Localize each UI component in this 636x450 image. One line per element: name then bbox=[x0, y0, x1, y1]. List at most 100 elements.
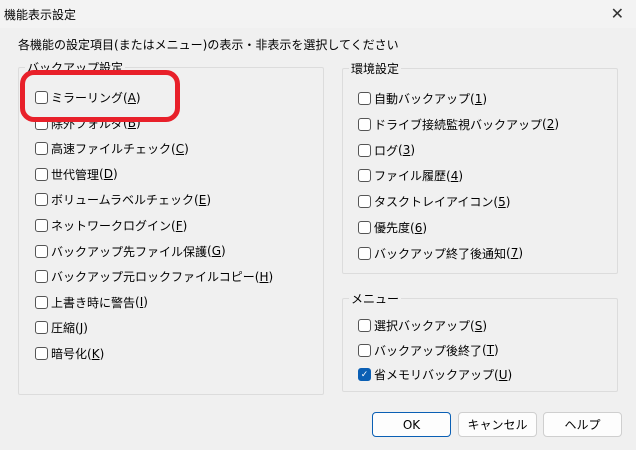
mnemonic-letter: E bbox=[198, 192, 207, 207]
mnemonic-key: (7) bbox=[506, 246, 524, 261]
checkbox-label: タスクトレイアイコン bbox=[374, 195, 494, 210]
checkbox-menu[interactable]: 選択バックアップ (S) bbox=[358, 317, 487, 334]
checkbox-unchecked-icon[interactable] bbox=[35, 321, 48, 335]
checkbox-label: 上書き時に警告 bbox=[51, 295, 136, 310]
mnemonic-key: (1) bbox=[470, 91, 488, 106]
mnemonic-letter: 1 bbox=[474, 91, 483, 106]
checkbox-label: バックアップ先ファイル保護 bbox=[51, 244, 208, 259]
checkbox-label: ボリュームラベルチェック bbox=[51, 193, 195, 208]
checkbox-backup[interactable]: ネットワークログイン (F) bbox=[35, 217, 187, 234]
mnemonic-key: (K) bbox=[87, 346, 105, 361]
mnemonic-key: (E) bbox=[194, 192, 212, 207]
mnemonic-key: (J) bbox=[75, 320, 88, 335]
checkbox-label: 高速ファイルチェック bbox=[51, 142, 172, 157]
checkbox-env[interactable]: 自動バックアップ (1) bbox=[358, 90, 487, 107]
checkbox-unchecked-icon[interactable] bbox=[358, 195, 371, 209]
mnemonic-letter: 6 bbox=[414, 220, 423, 235]
checkbox-label: ログ bbox=[374, 143, 399, 158]
checkbox-unchecked-icon[interactable] bbox=[358, 117, 371, 131]
checkbox-label: ネットワークログイン bbox=[51, 219, 172, 233]
checkbox-label: 暗号化 bbox=[51, 347, 88, 361]
checkbox-env[interactable]: バックアップ終了後通知 (7) bbox=[358, 245, 523, 262]
mnemonic-letter: C bbox=[175, 141, 185, 156]
checkbox-unchecked-icon[interactable] bbox=[358, 319, 371, 332]
mnemonic-key: (3) bbox=[398, 143, 416, 158]
mnemonic-letter: 2 bbox=[546, 117, 555, 132]
checkbox-label: 世代管理 bbox=[51, 167, 100, 182]
checkbox-env[interactable]: ファイル履歴 (4) bbox=[358, 167, 463, 184]
cancel-button[interactable]: キャンセル bbox=[458, 412, 537, 437]
mnemonic-letter: S bbox=[474, 318, 483, 333]
mnemonic-key: (6) bbox=[410, 220, 428, 235]
mnemonic-letter: I bbox=[139, 295, 144, 310]
checkbox-backup[interactable]: ボリュームラベルチェック (E) bbox=[35, 191, 211, 208]
checkbox-label: 優先度 bbox=[374, 221, 411, 235]
checkbox-backup[interactable]: バックアップ元ロックファイルコピー (H) bbox=[35, 268, 273, 285]
mnemonic-key: (G) bbox=[207, 244, 226, 259]
mnemonic-letter: K bbox=[91, 346, 100, 361]
checkbox-unchecked-icon[interactable] bbox=[358, 143, 371, 157]
checkbox-unchecked-icon[interactable] bbox=[358, 343, 371, 357]
mnemonic-key: (C) bbox=[171, 141, 189, 156]
red-highlight-annotation bbox=[20, 70, 180, 122]
checkbox-env[interactable]: タスクトレイアイコン (5) bbox=[358, 193, 510, 210]
mnemonic-letter: D bbox=[103, 167, 113, 182]
mnemonic-letter: 3 bbox=[402, 143, 411, 158]
checkbox-label: 選択バックアップ bbox=[374, 319, 471, 333]
ok-button[interactable]: OK bbox=[372, 412, 451, 437]
checkbox-backup[interactable]: 圧縮 (J) bbox=[35, 319, 88, 336]
checkbox-label: ドライブ接続監視バックアップ bbox=[374, 117, 543, 132]
checkbox-label: バックアップ終了後通知 bbox=[374, 246, 507, 261]
checkbox-backup[interactable]: 暗号化 (K) bbox=[35, 345, 104, 362]
checkbox-backup[interactable]: 上書き時に警告 (I) bbox=[35, 294, 148, 311]
checkbox-unchecked-icon[interactable] bbox=[358, 221, 371, 234]
mnemonic-letter: 4 bbox=[450, 168, 459, 183]
checkbox-env[interactable]: 優先度 (6) bbox=[358, 219, 427, 236]
checkbox-unchecked-icon[interactable] bbox=[35, 142, 48, 156]
mnemonic-key: (4) bbox=[446, 168, 464, 183]
checkbox-backup[interactable]: バックアップ先ファイル保護 (G) bbox=[35, 243, 226, 260]
checkbox-menu[interactable]: バックアップ後終了 (T) bbox=[358, 342, 499, 359]
mnemonic-letter: 5 bbox=[498, 194, 506, 209]
mnemonic-key: (I) bbox=[135, 295, 148, 310]
checkbox-unchecked-icon[interactable] bbox=[358, 92, 371, 105]
checkbox-backup[interactable]: 高速ファイルチェック (C) bbox=[35, 140, 189, 157]
checkbox-unchecked-icon[interactable] bbox=[35, 295, 48, 309]
checkbox-backup[interactable]: 世代管理 (D) bbox=[35, 166, 118, 183]
mnemonic-key: (H) bbox=[254, 269, 274, 284]
checkbox-checked-icon[interactable]: ✓ bbox=[358, 368, 371, 381]
mnemonic-letter: 7 bbox=[510, 246, 519, 261]
checkbox-unchecked-icon[interactable] bbox=[35, 167, 48, 181]
checkbox-label: バックアップ元ロックファイルコピー bbox=[51, 270, 255, 285]
checkbox-label: 省メモリバックアップ bbox=[374, 368, 495, 382]
help-button[interactable]: ヘルプ bbox=[543, 412, 622, 437]
checkbox-unchecked-icon[interactable] bbox=[358, 169, 371, 183]
checkbox-env[interactable]: ドライブ接続監視バックアップ (2) bbox=[358, 116, 559, 133]
mnemonic-key: (2) bbox=[542, 117, 560, 132]
checkbox-unchecked-icon[interactable] bbox=[35, 270, 48, 284]
mnemonic-key: (T) bbox=[482, 343, 499, 357]
mnemonic-letter: G bbox=[211, 244, 222, 259]
window-title: 機能表示設定 bbox=[4, 8, 77, 22]
mnemonic-key: (F) bbox=[171, 218, 188, 233]
mnemonic-key: (D) bbox=[99, 167, 118, 182]
instruction-text: 各機能の設定項目(またはメニュー)の表示・非表示を選択してください bbox=[18, 38, 399, 52]
checkbox-menu[interactable]: ✓ 省メモリバックアップ (U) bbox=[358, 366, 512, 383]
title-bar: 機能表示設定 ✕ bbox=[0, 0, 636, 28]
group-label: 環境設定 bbox=[349, 60, 402, 77]
mnemonic-letter: F bbox=[175, 218, 183, 233]
checkbox-label: 自動バックアップ bbox=[374, 92, 471, 106]
mnemonic-letter: H bbox=[259, 269, 269, 284]
mnemonic-key: (S) bbox=[470, 318, 488, 333]
mnemonic-key: (U) bbox=[494, 367, 513, 382]
checkbox-unchecked-icon[interactable] bbox=[35, 244, 48, 258]
checkbox-unchecked-icon[interactable] bbox=[358, 246, 371, 260]
mnemonic-letter: T bbox=[486, 343, 495, 357]
checkbox-unchecked-icon[interactable] bbox=[35, 219, 48, 232]
checkbox-env[interactable]: ログ (3) bbox=[358, 142, 415, 159]
checkbox-unchecked-icon[interactable] bbox=[35, 193, 48, 207]
close-icon[interactable]: ✕ bbox=[611, 4, 624, 23]
checkbox-label: 圧縮 bbox=[51, 321, 76, 336]
checkbox-unchecked-icon[interactable] bbox=[35, 347, 48, 360]
group-label: メニュー bbox=[349, 290, 402, 307]
